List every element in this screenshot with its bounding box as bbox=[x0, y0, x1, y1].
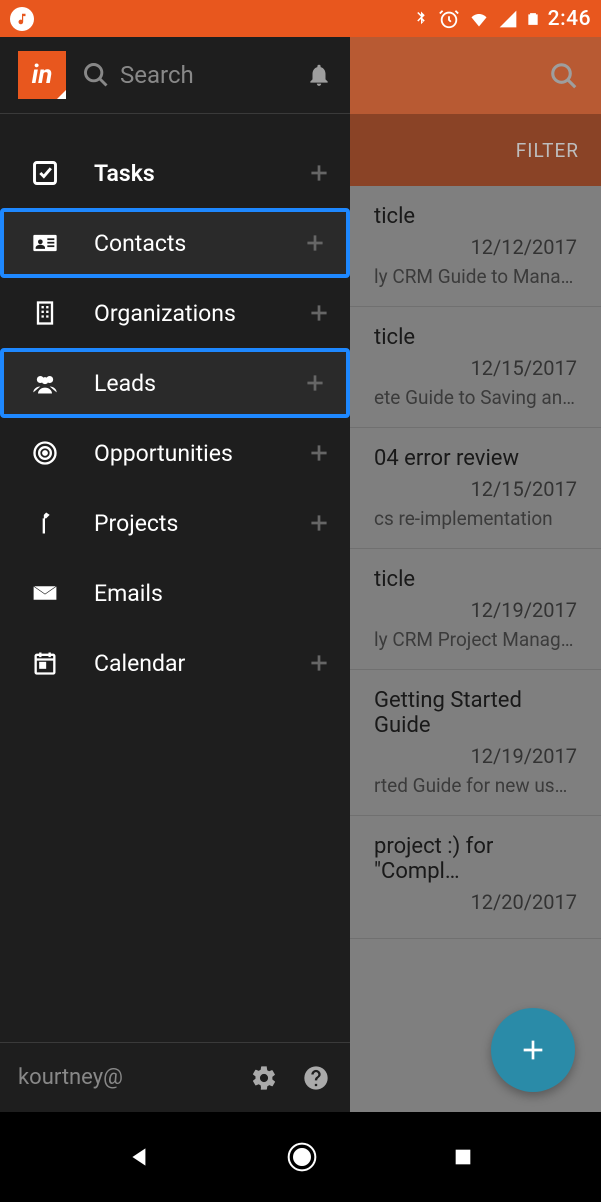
add-tasks-button[interactable] bbox=[306, 160, 332, 186]
app-logo[interactable]: in bbox=[18, 51, 66, 99]
nav-label: Calendar bbox=[94, 650, 274, 677]
nav-label: Organizations bbox=[94, 300, 274, 327]
contact-card-icon bbox=[28, 229, 62, 257]
nav-item-tasks[interactable]: Tasks bbox=[0, 138, 350, 208]
help-icon[interactable] bbox=[300, 1062, 332, 1094]
nav-label: Leads bbox=[94, 370, 270, 397]
nav-item-organizations[interactable]: Organizations bbox=[0, 278, 350, 348]
nav-item-calendar[interactable]: Calendar bbox=[0, 628, 350, 698]
add-leads-button[interactable] bbox=[302, 370, 328, 396]
nav-label: Opportunities bbox=[94, 440, 274, 467]
add-calendar-button[interactable] bbox=[306, 650, 332, 676]
alarm-icon bbox=[438, 8, 460, 30]
add-opportunities-button[interactable] bbox=[306, 440, 332, 466]
nav-list: Tasks Contacts Organizations Leads Oppor… bbox=[0, 114, 350, 1042]
target-icon bbox=[28, 439, 62, 467]
nav-label: Tasks bbox=[94, 160, 274, 187]
nav-item-emails[interactable]: Emails bbox=[0, 558, 350, 628]
navigation-drawer: in Search Tasks Contacts Organizations L… bbox=[0, 37, 350, 1112]
nav-label: Contacts bbox=[94, 230, 270, 257]
checkbox-icon bbox=[28, 159, 62, 187]
add-organizations-button[interactable] bbox=[306, 300, 332, 326]
status-bar: 2:46 bbox=[0, 0, 601, 37]
envelope-icon bbox=[28, 579, 62, 607]
add-fab-button[interactable] bbox=[491, 1008, 575, 1092]
wifi-icon bbox=[468, 9, 490, 29]
back-button[interactable] bbox=[127, 1144, 153, 1170]
signal-icon bbox=[498, 9, 518, 29]
people-icon bbox=[28, 369, 62, 397]
notifications-icon[interactable] bbox=[306, 62, 332, 88]
music-app-icon bbox=[10, 7, 34, 31]
nav-item-opportunities[interactable]: Opportunities bbox=[0, 418, 350, 488]
search-placeholder: Search bbox=[120, 61, 194, 89]
username-label[interactable]: kourtney@ bbox=[18, 1065, 228, 1090]
home-button[interactable] bbox=[286, 1141, 318, 1173]
calendar-icon bbox=[28, 649, 62, 677]
clock-time: 2:46 bbox=[548, 7, 591, 31]
search-icon[interactable] bbox=[549, 61, 579, 91]
nav-item-projects[interactable]: Projects bbox=[0, 488, 350, 558]
nav-label: Projects bbox=[94, 510, 274, 537]
recents-button[interactable] bbox=[452, 1146, 474, 1168]
search-button[interactable]: Search bbox=[82, 61, 290, 89]
add-projects-button[interactable] bbox=[306, 510, 332, 536]
battery-icon bbox=[526, 8, 540, 30]
nav-item-contacts[interactable]: Contacts bbox=[0, 208, 350, 278]
add-contacts-button[interactable] bbox=[302, 230, 328, 256]
android-nav-bar bbox=[0, 1112, 601, 1202]
hammer-icon bbox=[28, 509, 62, 537]
bluetooth-icon bbox=[412, 8, 430, 30]
nav-label: Emails bbox=[94, 580, 332, 607]
nav-item-leads[interactable]: Leads bbox=[0, 348, 350, 418]
building-icon bbox=[28, 299, 62, 327]
settings-icon[interactable] bbox=[248, 1062, 280, 1094]
